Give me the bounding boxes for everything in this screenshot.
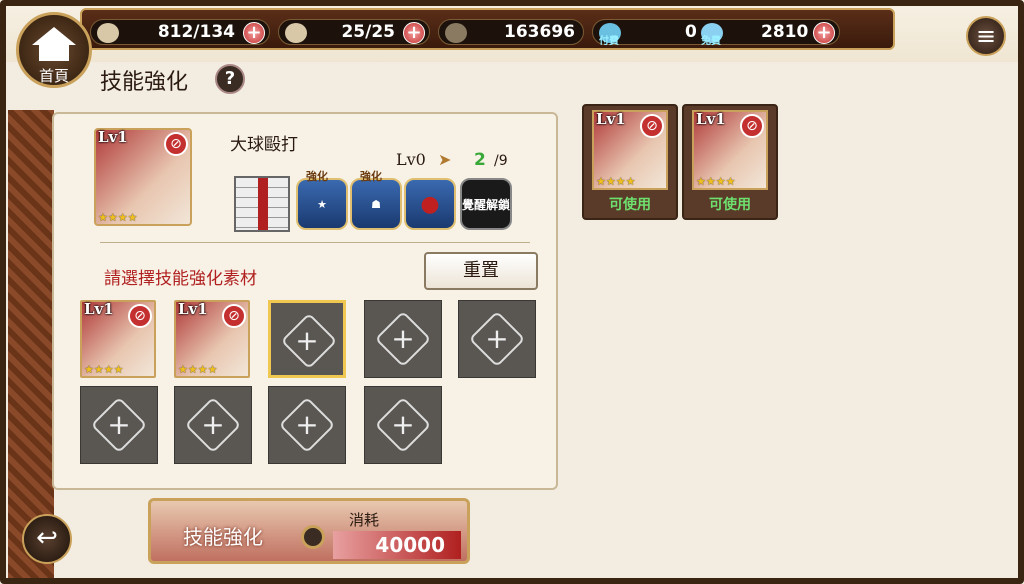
stamina-pill: 812/134 + bbox=[90, 19, 270, 45]
gem-pill: 付費 0 免費 2810 + bbox=[592, 19, 840, 47]
card-portrait: Lv1 ⊘ ★★★★ bbox=[592, 110, 668, 190]
material-slot-4[interactable]: + bbox=[364, 300, 442, 378]
material-stars: ★★★★ bbox=[84, 363, 124, 376]
material-slot-6[interactable]: + bbox=[80, 386, 158, 464]
material-level: Lv1 bbox=[84, 300, 114, 318]
hex-label-2: 強化 bbox=[360, 170, 382, 183]
character-stars: ★★★★ bbox=[98, 211, 138, 224]
material-slot-7[interactable]: + bbox=[174, 386, 252, 464]
reset-button[interactable]: 重置 bbox=[424, 252, 538, 290]
free-value: 2810 bbox=[761, 22, 809, 42]
enhance-button[interactable]: 技能強化 消耗 40000 bbox=[148, 498, 470, 564]
range-grid-icon bbox=[234, 176, 290, 232]
select-material-prompt: 請選擇技能強化素材 bbox=[104, 269, 257, 289]
material-slot-5[interactable]: + bbox=[458, 300, 536, 378]
coin-icon bbox=[301, 525, 325, 549]
paid-label: 付費 bbox=[599, 36, 619, 47]
add-gem-button[interactable]: + bbox=[813, 22, 835, 44]
plus-icon: + bbox=[485, 322, 509, 355]
card-stars: ★★★★ bbox=[696, 175, 736, 188]
resource-bar: 812/134 + 25/25 + 163696 付費 0 免費 2810 + bbox=[80, 8, 895, 50]
no-icon: ⊘ bbox=[128, 304, 152, 328]
enhance-star-icon: 強化 ★ bbox=[296, 170, 348, 230]
ticket-icon bbox=[285, 23, 307, 43]
cost-title: 消耗 bbox=[349, 511, 380, 529]
skill-character-card[interactable]: Lv1 ⊘ ★★★★ bbox=[94, 128, 192, 226]
card-stars: ★★★★ bbox=[596, 175, 636, 188]
plus-icon: + bbox=[107, 408, 131, 441]
home-icon bbox=[32, 27, 76, 45]
card-status: 可使用 bbox=[709, 197, 751, 213]
free-label: 免費 bbox=[701, 36, 721, 47]
available-card-1[interactable]: Lv1 ⊘ ★★★★ 可使用 bbox=[582, 104, 678, 220]
paid-value: 0 bbox=[685, 22, 697, 42]
ticket-value: 25/25 bbox=[341, 22, 395, 42]
home-icon-body bbox=[39, 45, 69, 61]
enhance-crowd-icon: 強化 ☗ bbox=[350, 170, 402, 230]
blood-drop-icon: ● bbox=[404, 178, 456, 230]
home-label: 首頁 bbox=[38, 67, 69, 85]
material-level: Lv1 bbox=[178, 300, 208, 318]
no-icon: ⊘ bbox=[164, 132, 188, 156]
skill-level: Lv0 bbox=[396, 150, 426, 169]
material-slot-9[interactable]: + bbox=[364, 386, 442, 464]
skill-count-max: /9 bbox=[494, 153, 508, 169]
coin-icon bbox=[445, 23, 467, 43]
card-portrait: Lv1 ⊘ ★★★★ bbox=[692, 110, 768, 190]
material-slot-1[interactable]: Lv1 ⊘ ★★★★ bbox=[80, 300, 156, 378]
material-slot-8[interactable]: + bbox=[268, 386, 346, 464]
material-stars: ★★★★ bbox=[178, 363, 218, 376]
material-slot-2[interactable]: Lv1 ⊘ ★★★★ bbox=[174, 300, 250, 378]
cost-value: 40000 bbox=[333, 531, 461, 559]
ticket-pill: 25/25 + bbox=[278, 19, 430, 45]
skill-count: 2 bbox=[474, 150, 486, 170]
card-level: Lv1 bbox=[696, 110, 726, 128]
plus-icon: + bbox=[295, 408, 319, 441]
menu-button[interactable]: ≡ bbox=[966, 16, 1006, 56]
plus-icon: + bbox=[391, 322, 415, 355]
character-level: Lv1 bbox=[98, 128, 128, 146]
divider bbox=[100, 242, 530, 243]
coin-pill: 163696 bbox=[438, 19, 584, 45]
plus-icon: + bbox=[201, 408, 225, 441]
back-button[interactable]: ↩ bbox=[22, 514, 72, 564]
range-column bbox=[258, 178, 268, 230]
awaken-unlock-icon: 覺醒解鎖 bbox=[460, 178, 512, 230]
stamina-value: 812/134 bbox=[157, 22, 235, 42]
add-ticket-button[interactable]: + bbox=[403, 22, 425, 44]
material-slot-3[interactable]: + bbox=[268, 300, 346, 378]
page-title: 技能強化 bbox=[100, 70, 189, 95]
plus-icon: + bbox=[391, 408, 415, 441]
add-stamina-button[interactable]: + bbox=[243, 22, 265, 44]
help-button[interactable]: ? bbox=[215, 64, 245, 94]
no-icon: ⊘ bbox=[222, 304, 246, 328]
card-status: 可使用 bbox=[609, 197, 651, 213]
enhance-label: 技能強化 bbox=[183, 525, 263, 549]
decorative-strip bbox=[8, 110, 54, 580]
coin-value: 163696 bbox=[504, 22, 575, 42]
hex-label-1: 強化 bbox=[306, 170, 328, 183]
stamina-icon bbox=[97, 23, 119, 43]
available-card-2[interactable]: Lv1 ⊘ ★★★★ 可使用 bbox=[682, 104, 778, 220]
plus-icon: + bbox=[295, 324, 319, 357]
no-icon: ⊘ bbox=[640, 114, 664, 138]
arrow-icon: ➤ bbox=[438, 150, 452, 169]
card-level: Lv1 bbox=[596, 110, 626, 128]
skill-name: 大球毆打 bbox=[230, 135, 298, 155]
no-icon: ⊘ bbox=[740, 114, 764, 138]
home-button[interactable]: 首頁 bbox=[16, 12, 92, 88]
